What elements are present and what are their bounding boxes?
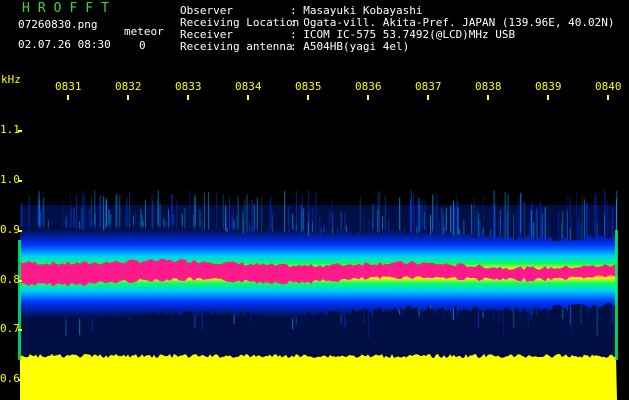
x-tick-mark	[367, 95, 369, 100]
x-tick-mark	[547, 95, 549, 100]
x-tick-mark	[247, 95, 249, 100]
y-tick-label: 0.9	[0, 223, 20, 236]
noise-streak	[523, 201, 525, 243]
noise-streak	[413, 193, 415, 234]
x-tick-label: 0831	[55, 80, 82, 93]
meteor-count: 0	[139, 39, 146, 52]
x-tick-label: 0838	[475, 80, 502, 93]
noise-floor	[20, 354, 617, 400]
app-logo: HROFFT	[22, 1, 117, 16]
noise-streak	[301, 195, 303, 236]
antenna-label: Receiving antenna	[180, 40, 293, 53]
filename-label: 07260830.png	[18, 18, 98, 31]
x-tick-label: 0840	[595, 80, 622, 93]
datetime-label: 02.07.26 08:30	[18, 38, 111, 51]
y-tick-mark	[18, 329, 22, 331]
x-tick-mark	[307, 95, 309, 100]
y-tick-mark	[18, 180, 22, 182]
y-tick-mark	[18, 379, 22, 381]
x-tick-label: 0834	[235, 80, 262, 93]
x-tick-mark	[187, 95, 189, 100]
y-tick-mark	[18, 280, 22, 282]
x-tick-mark	[607, 95, 609, 100]
x-tick-mark	[67, 95, 69, 100]
noise-streak	[607, 200, 609, 246]
hrofft-window: HROFFT 07260830.png 02.07.26 08:30 meteo…	[0, 0, 629, 400]
y-tick-label: 0.6	[0, 372, 20, 385]
y-tick-label: 0.7	[0, 322, 20, 335]
antenna-value: : A504HB(yagi 4el)	[290, 40, 410, 53]
noise-streak	[604, 190, 606, 238]
noise-streak	[284, 190, 286, 233]
x-tick-label: 0839	[535, 80, 562, 93]
noise-streak	[519, 193, 521, 234]
x-tick-label: 0835	[295, 80, 322, 93]
y-tick-label: 1.1	[0, 123, 20, 136]
x-tick-mark	[427, 95, 429, 100]
left-edge-marker	[18, 240, 21, 360]
y-axis-unit: kHz	[1, 73, 21, 86]
x-tick-mark	[487, 95, 489, 100]
x-tick-label: 0836	[355, 80, 382, 93]
right-edge-marker	[615, 230, 618, 360]
x-tick-label: 0832	[115, 80, 142, 93]
y-tick-mark	[18, 230, 22, 232]
spectrogram	[18, 190, 618, 400]
x-tick-label: 0837	[415, 80, 442, 93]
x-tick-mark	[127, 95, 129, 100]
x-tick-label: 0833	[175, 80, 202, 93]
y-tick-label: 1.0	[0, 173, 20, 186]
y-tick-label: 0.8	[0, 273, 20, 286]
meteor-label: meteor	[124, 25, 164, 38]
y-tick-mark	[18, 130, 22, 132]
